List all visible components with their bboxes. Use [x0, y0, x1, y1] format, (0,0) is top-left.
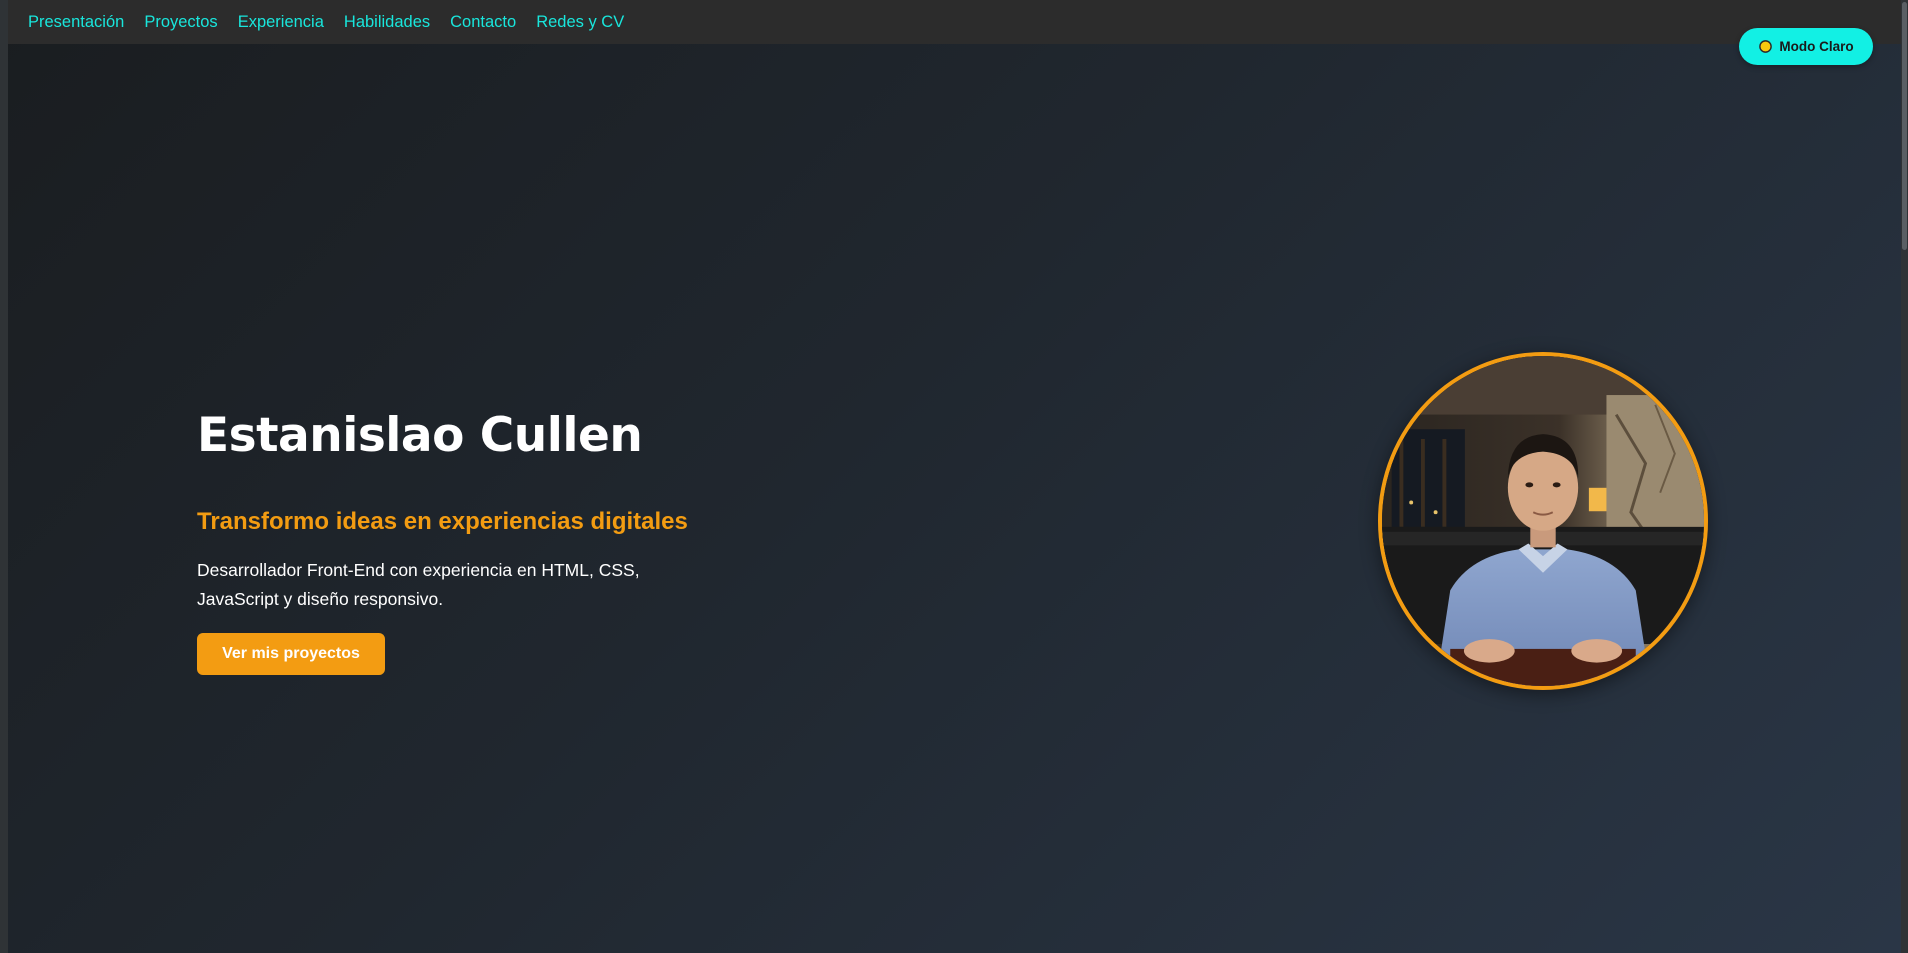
- page: Presentación Proyectos Experiencia Habil…: [8, 0, 1901, 953]
- nav-link-presentacion[interactable]: Presentación: [28, 14, 124, 31]
- nav-link-redes-cv[interactable]: Redes y CV: [536, 14, 624, 31]
- hero-description: Desarrollador Front-End con experiencia …: [197, 560, 640, 609]
- sun-icon: [1758, 39, 1773, 54]
- profile-photo: [1378, 352, 1708, 690]
- scrollbar-thumb[interactable]: [1902, 2, 1907, 250]
- window-frame-left: [0, 0, 8, 953]
- nav-link-contacto[interactable]: Contacto: [450, 14, 516, 31]
- top-navigation: Presentación Proyectos Experiencia Habil…: [8, 0, 1901, 44]
- nav-link-proyectos[interactable]: Proyectos: [144, 14, 217, 31]
- nav-link-experiencia[interactable]: Experiencia: [238, 14, 324, 31]
- theme-toggle-button[interactable]: Modo Claro: [1739, 28, 1873, 65]
- view-projects-button[interactable]: Ver mis proyectos: [197, 633, 385, 675]
- hero-name: Estanislao Cullen: [197, 408, 643, 463]
- hero-tagline: Transformo ideas en experiencias digital…: [197, 508, 688, 535]
- nav-link-habilidades[interactable]: Habilidades: [344, 14, 430, 31]
- profile-photo-illustration: [1382, 356, 1704, 686]
- theme-toggle-label: Modo Claro: [1779, 39, 1854, 54]
